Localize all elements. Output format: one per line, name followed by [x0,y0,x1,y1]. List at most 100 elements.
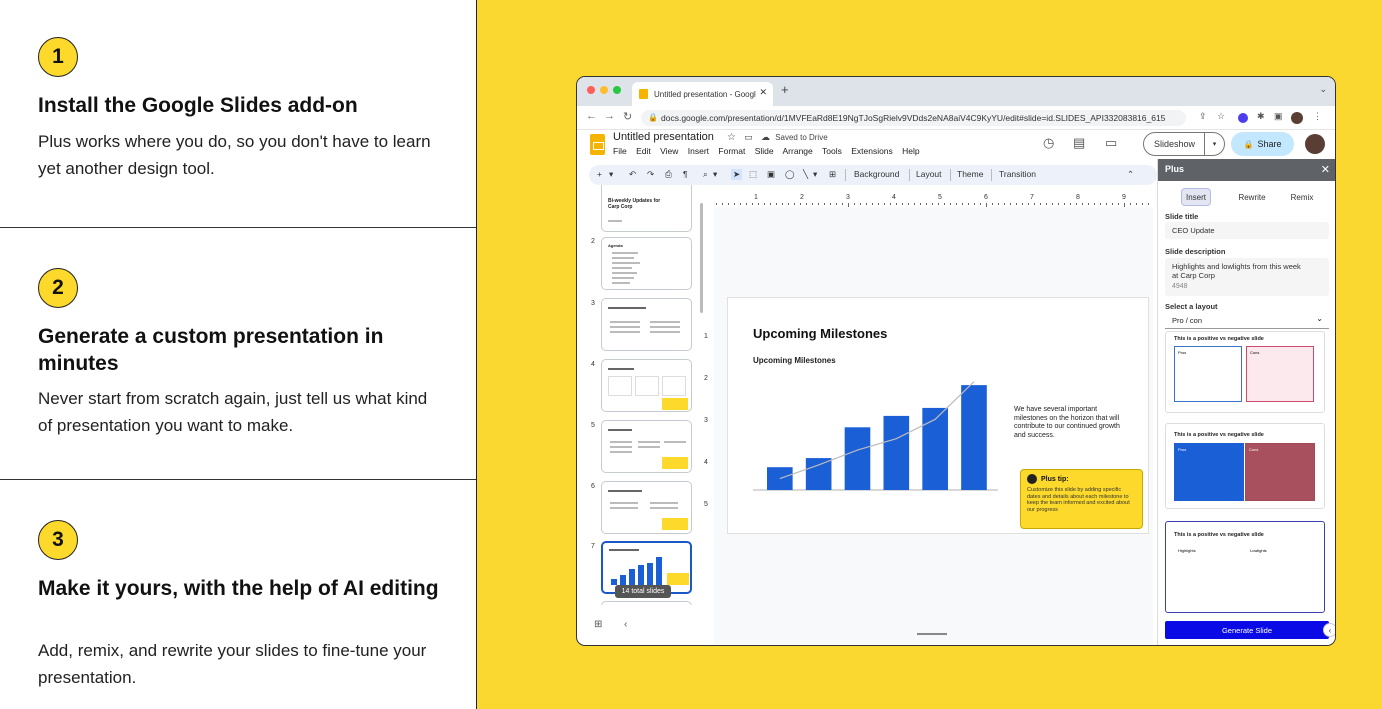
slide-title[interactable]: Upcoming Milestones [753,326,887,341]
slide-thumbnail-8[interactable] [601,601,692,605]
new-slide-icon[interactable]: + [597,169,602,179]
collapse-filmstrip-icon[interactable]: ‹ [624,619,627,630]
slide-thumbnail-5[interactable] [601,420,692,473]
step-1: 1 Install the Google Slides add-on Plus … [0,0,476,228]
slide-thumbnail-4[interactable] [601,359,692,412]
slide-thumbnail-2[interactable]: Agenda [601,237,692,290]
theme-button[interactable]: Theme [957,169,983,179]
line-chevron-icon[interactable]: ▾ [813,169,817,180]
milestones-chart[interactable] [753,374,998,494]
share-page-icon[interactable]: ⇪ [1199,111,1207,122]
move-folder-icon[interactable]: ▭ [744,132,753,142]
tab-remix[interactable]: Remix [1285,188,1319,206]
step-title: Generate a custom presentation in minute… [38,325,384,375]
image-icon[interactable]: ▣ [767,169,775,180]
speaker-notes-handle[interactable] [917,633,947,635]
menu-edit[interactable]: Edit [636,146,651,156]
browser-tab[interactable]: Untitled presentation - Googl ✕ [632,82,773,106]
text-box-icon[interactable]: ⬚ [749,169,757,180]
browser-menu-icon[interactable]: ⋮ [1313,111,1322,122]
profile-avatar[interactable] [1291,112,1303,124]
thumb-bar [656,557,662,585]
tab-rewrite[interactable]: Rewrite [1232,188,1272,206]
transition-button[interactable]: Transition [999,169,1036,179]
menu-extensions[interactable]: Extensions [851,146,893,156]
ruler-tick [770,203,771,205]
slide-thumbnail-3[interactable] [601,298,692,351]
menu-slide[interactable]: Slide [755,146,774,156]
dropdown-chevron-icon[interactable]: ▾ [609,169,613,180]
layout-button[interactable]: Layout [916,169,942,179]
thumb-tip [662,398,688,410]
document-title[interactable]: Untitled presentation [613,131,714,143]
menu-tools[interactable]: Tools [822,146,842,156]
total-slides-tooltip: 14 total slides [615,585,671,598]
slideshow-button[interactable]: Slideshow ▾ [1143,132,1225,156]
close-panel-icon[interactable]: ✕ [1321,163,1330,176]
ruler-label: 1 [704,333,708,340]
menu-help[interactable]: Help [902,146,919,156]
menu-format[interactable]: Format [718,146,745,156]
slide-title-input[interactable]: CEO Update [1165,222,1329,239]
menu-file[interactable]: File [613,146,627,156]
paint-format-icon[interactable]: ¶ [683,169,688,179]
background-button[interactable]: Background [854,169,899,179]
version-history-icon[interactable]: ◷ [1043,135,1054,151]
layout-option-title: This is a positive vs negative slide [1174,432,1264,438]
collapse-panel-chevron-icon[interactable]: ‹ [1323,623,1335,637]
plus-tip-box[interactable]: Plus tip: Customize this slide by adding… [1020,469,1143,529]
share-button[interactable]: 🔒 Share [1231,132,1294,156]
ruler-tick [932,203,933,205]
comments-icon[interactable]: ▤ [1073,135,1085,151]
slideshow-chevron-icon[interactable]: ▾ [1204,133,1224,155]
grid-view-icon[interactable]: ⊞ [594,619,602,630]
layout-option-3[interactable]: This is a positive vs negative slide Hig… [1165,521,1325,613]
undo-icon[interactable]: ↶ [629,169,636,180]
side-panel-icon[interactable]: ▣ [1274,111,1283,122]
back-icon[interactable]: ← [586,110,597,122]
maximize-window-dot[interactable] [613,86,621,94]
reload-icon[interactable]: ↻ [623,110,632,123]
account-avatar[interactable] [1305,134,1325,154]
lowlights-label: Lowlights [1250,548,1267,553]
slide-subtitle[interactable]: Upcoming Milestones [753,356,836,365]
print-icon[interactable]: ⎙ [665,169,672,180]
close-tab-icon[interactable]: ✕ [759,87,767,98]
divider [845,169,846,181]
layout-select[interactable]: Pro / con ⌄ [1165,312,1329,329]
tip-title: Plus tip: [1041,475,1069,483]
layout-option-1[interactable]: This is a positive vs negative slide Pro… [1165,331,1325,413]
forward-icon[interactable]: → [604,110,615,122]
comment-add-icon[interactable]: ⊞ [829,169,836,180]
bookmark-star-icon[interactable]: ☆ [1217,111,1225,122]
meet-camera-icon[interactable]: ▭ [1105,135,1117,151]
menu-insert[interactable]: Insert [688,146,709,156]
star-icon[interactable]: ☆ [727,132,736,143]
zoom-chevron-icon[interactable]: ▾ [713,169,717,180]
zoom-icon[interactable]: ⌕ [703,169,708,180]
slide-description-input[interactable]: Highlights and lowlights from this week … [1165,258,1329,296]
slide-body-text[interactable]: We have several important milestones on … [1014,406,1124,440]
slide-thumbnail-6[interactable] [601,481,692,534]
tab-list-chevron-icon[interactable]: ⌄ [1319,84,1327,95]
layout-option-2[interactable]: This is a positive vs negative slide Pro… [1165,423,1325,509]
collapse-toolbar-icon[interactable]: ⌃ [1127,169,1134,180]
plus-extension-icon[interactable] [1238,113,1248,123]
shape-icon[interactable]: ◯ [785,169,795,180]
minimize-window-dot[interactable] [600,86,608,94]
generate-slide-button[interactable]: Generate Slide [1165,621,1329,639]
line-icon[interactable]: ╲ [803,169,808,180]
select-cursor-icon[interactable]: ➤ [731,169,743,180]
menu-view[interactable]: View [660,146,678,156]
ruler-label: 1 [754,194,758,201]
tab-insert[interactable]: Insert [1181,188,1211,206]
slides-logo-icon[interactable] [590,134,605,155]
close-window-dot[interactable] [587,86,595,94]
slide-thumbnail-1[interactable]: Bi-weekly Updates for Carp Corp [601,185,692,232]
redo-icon[interactable]: ↷ [647,169,654,180]
current-slide[interactable]: Upcoming Milestones Upcoming Milestones … [727,297,1149,534]
menu-arrange[interactable]: Arrange [783,146,813,156]
new-tab-button[interactable]: + [781,82,789,97]
extensions-puzzle-icon[interactable]: ✱ [1257,111,1265,122]
url-field[interactable]: 🔒 docs.google.com/presentation/d/1MVFEaR… [641,110,1186,126]
